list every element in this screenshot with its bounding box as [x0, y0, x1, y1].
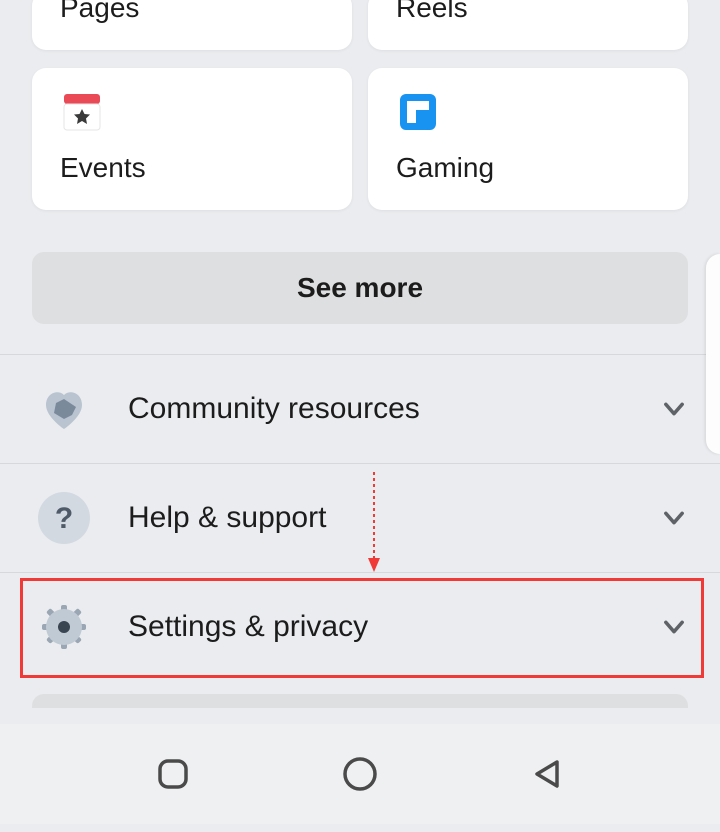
chevron-down-icon	[660, 613, 688, 641]
calendar-star-icon	[60, 90, 324, 138]
row-help-support[interactable]: ? Help & support	[0, 464, 720, 573]
chevron-down-icon	[660, 395, 688, 423]
row-label: Help & support	[128, 501, 660, 535]
gaming-icon	[396, 90, 660, 138]
gear-icon	[36, 599, 92, 655]
card-label: Reels	[396, 0, 660, 24]
card-label: Gaming	[396, 152, 660, 184]
nav-recents-button[interactable]	[151, 752, 195, 796]
edge-panel-peek	[706, 254, 720, 454]
card-label: Pages	[60, 0, 324, 24]
menu-card-gaming[interactable]: Gaming	[368, 68, 688, 210]
nav-home-button[interactable]	[338, 752, 382, 796]
android-nav-bar	[0, 724, 720, 824]
row-settings-privacy[interactable]: Settings & privacy	[0, 573, 720, 681]
see-more-label: See more	[297, 272, 423, 303]
chevron-down-icon	[660, 504, 688, 532]
menu-card-pages[interactable]: Pages	[32, 0, 352, 50]
see-more-button[interactable]: See more	[32, 252, 688, 324]
card-label: Events	[60, 152, 324, 184]
row-label: Community resources	[128, 392, 660, 426]
nav-back-button[interactable]	[525, 752, 569, 796]
row-label: Settings & privacy	[128, 610, 660, 644]
svg-text:?: ?	[55, 502, 73, 535]
handshake-icon	[36, 381, 92, 437]
partial-button-peek	[32, 694, 688, 708]
menu-card-events[interactable]: Events	[32, 68, 352, 210]
question-icon: ?	[36, 490, 92, 546]
menu-card-reels[interactable]: Reels	[368, 0, 688, 50]
row-community-resources[interactable]: Community resources	[0, 355, 720, 464]
